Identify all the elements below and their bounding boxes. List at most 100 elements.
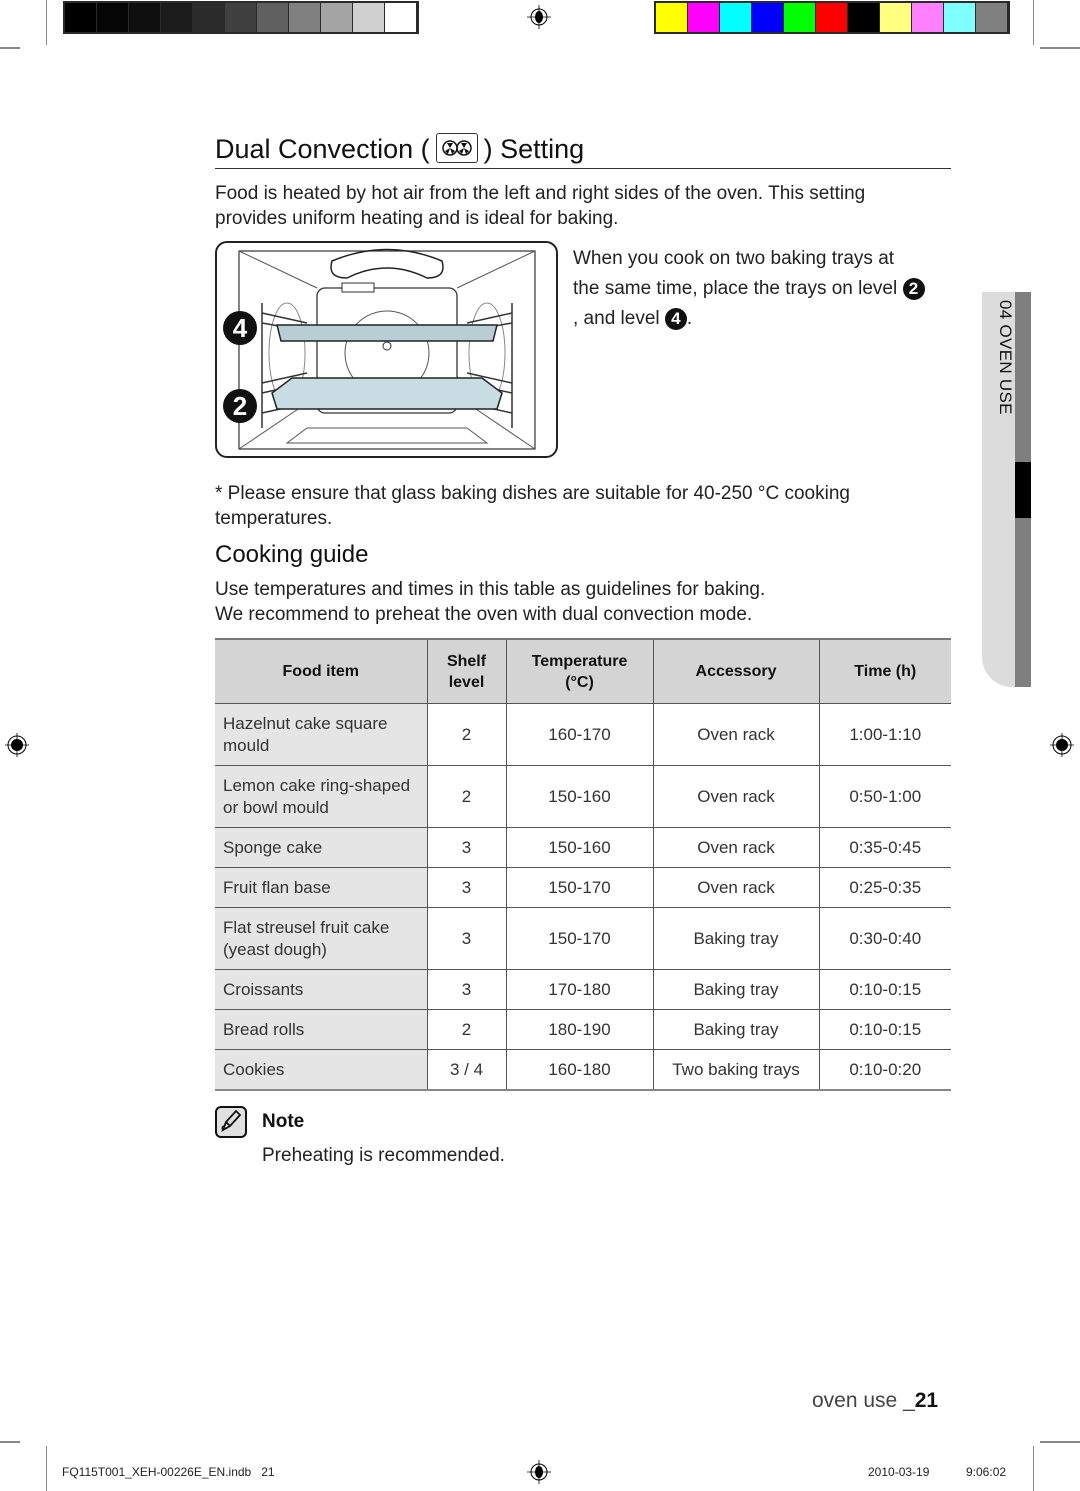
food-item-cell: Sponge cake — [215, 827, 427, 868]
section-title-prefix: Dual Convection ( — [215, 134, 430, 164]
cooking-guide-heading: Cooking guide — [215, 541, 369, 568]
caption-line: the same time, place the trays on level … — [573, 274, 963, 304]
calibration-swatch — [161, 3, 192, 32]
temperature-cell: 160-180 — [505, 1049, 653, 1091]
print-slug-date: 2010-03-19 — [868, 1465, 930, 1479]
shelf-level-cell: 2 — [426, 1009, 506, 1050]
calibration-swatch — [976, 3, 1007, 32]
cooking-guide-intro-2: We recommend to preheat the oven with du… — [215, 604, 753, 625]
time-cell: 0:10-0:20 — [818, 1049, 951, 1091]
table-row: Cookies 3 / 4 160-180 Two baking trays 0:10-… — [215, 1049, 951, 1091]
page-footer: oven use _21 — [812, 1389, 938, 1413]
shelf-level-2-badge: 2 — [223, 389, 257, 423]
intro-paragraph: Food is heated by hot air from the left … — [215, 183, 866, 229]
registration-mark-icon — [5, 733, 29, 757]
accessory-cell: Oven rack — [652, 765, 819, 828]
registration-mark-icon — [527, 1460, 551, 1484]
column-header-food-item: Food item — [215, 639, 427, 704]
shelf-level-cell: 3 — [426, 827, 506, 868]
temperature-cell: 150-160 — [505, 765, 653, 828]
note-pencil-icon — [215, 1106, 247, 1138]
column-header-shelf-level: Shelf level — [426, 639, 506, 704]
crop-mark — [46, 0, 47, 45]
tray-placement-caption: When you cook on two baking trays at the… — [573, 244, 963, 334]
temperature-cell: 150-160 — [505, 827, 653, 868]
calibration-swatch — [97, 3, 128, 32]
food-item-cell: Bread rolls — [215, 1009, 427, 1050]
food-item-cell: Fruit flan base — [215, 867, 427, 908]
crop-mark — [1040, 47, 1080, 49]
food-item-cell: Lemon cake ring-shaped or bowl mould — [215, 765, 427, 828]
calibration-swatch — [257, 3, 288, 32]
crop-mark — [0, 1441, 20, 1443]
grayscale-calibration-bar — [63, 1, 419, 34]
color-calibration-bar — [654, 1, 1010, 34]
table-row: Lemon cake ring-shaped or bowl mould 2 150… — [215, 765, 951, 828]
calibration-swatch — [848, 3, 879, 32]
glass-dish-footnote: * Please ensure that glass baking dishes… — [215, 483, 850, 529]
calibration-swatch — [816, 3, 847, 32]
crop-mark — [1033, 0, 1034, 45]
table-row: Croissants 3 170-180 Baking tray 0:10-0:15 — [215, 969, 951, 1010]
table-row: Hazelnut cake square mould 2 160-170 Oven r… — [215, 703, 951, 766]
caption-line: , and level 4. — [573, 304, 963, 334]
accessory-cell: Two baking trays — [652, 1049, 819, 1091]
print-slug-file: FQ115T001_XEH-00226E_EN.indb 21 — [62, 1465, 275, 1479]
section-title: Dual Convection ( ) Setting — [215, 132, 584, 165]
time-cell: 0:10-0:15 — [818, 1009, 951, 1050]
dual-convection-fan-icon — [435, 132, 478, 163]
time-cell: 0:50-1:00 — [818, 765, 951, 828]
accessory-cell: Baking tray — [652, 1009, 819, 1050]
footer-section-label: oven use _ — [812, 1389, 915, 1412]
time-cell: 0:10-0:15 — [818, 969, 951, 1010]
temperature-cell: 150-170 — [505, 907, 653, 970]
temperature-cell: 170-180 — [505, 969, 653, 1010]
calibration-swatch — [385, 3, 416, 32]
calibration-swatch — [193, 3, 224, 32]
accessory-cell: Oven rack — [652, 827, 819, 868]
registration-mark-icon — [527, 5, 551, 29]
food-item-cell: Cookies — [215, 1049, 427, 1091]
time-cell: 0:30-0:40 — [818, 907, 951, 970]
calibration-swatch — [688, 3, 719, 32]
caption-text: . — [686, 308, 693, 329]
note-text: Preheating is recommended. — [262, 1145, 505, 1166]
cooking-guide-intro-1: Use temperatures and times in this table… — [215, 579, 766, 600]
table-header-row: Food item Shelf level Temperature (°C) A… — [215, 639, 951, 704]
shelf-level-cell: 3 / 4 — [426, 1049, 506, 1091]
table-row: Sponge cake 3 150-160 Oven rack 0:35-0:45 — [215, 827, 951, 868]
calibration-swatch — [65, 3, 96, 32]
crop-mark — [1033, 1446, 1034, 1491]
calibration-swatch — [784, 3, 815, 32]
column-header-time: Time (h) — [818, 639, 951, 704]
temperature-cell: 150-170 — [505, 867, 653, 908]
table-row: Flat streusel fruit cake (yeast dough) 3 1… — [215, 907, 951, 970]
shelf-level-cell: 2 — [426, 765, 506, 828]
time-cell: 0:35-0:45 — [818, 827, 951, 868]
table-row: Fruit flan base 3 150-170 Oven rack 0:25-0:3… — [215, 867, 951, 908]
time-cell: 1:00-1:10 — [818, 703, 951, 766]
caption-text: , and level — [573, 308, 660, 329]
table-row: Bread rolls 2 180-190 Baking tray 0:10-0:15 — [215, 1009, 951, 1050]
crop-mark — [0, 47, 20, 49]
column-header-temperature: Temperature (°C) — [505, 639, 653, 704]
chapter-tab-marker — [1015, 462, 1031, 518]
title-divider — [215, 168, 951, 169]
chapter-tab-label: 04 OVEN USE — [996, 300, 1015, 415]
column-header-accessory: Accessory — [652, 639, 819, 704]
caption-line: When you cook on two baking trays at — [573, 248, 895, 269]
caption-text: the same time, place the trays on level — [573, 278, 898, 299]
shelf-level-4-badge: 4 — [223, 311, 257, 345]
accessory-cell: Oven rack — [652, 867, 819, 908]
temperature-cell: 180-190 — [505, 1009, 653, 1050]
calibration-swatch — [353, 3, 384, 32]
accessory-cell: Baking tray — [652, 907, 819, 970]
calibration-swatch — [880, 3, 911, 32]
print-slug-time: 9:06:02 — [966, 1465, 1007, 1479]
calibration-swatch — [225, 3, 256, 32]
shelf-level-cell: 3 — [426, 969, 506, 1010]
note-title: Note — [262, 1111, 305, 1132]
calibration-swatch — [289, 3, 320, 32]
crop-mark — [1040, 1441, 1080, 1443]
level-2-badge: 2 — [902, 277, 925, 300]
